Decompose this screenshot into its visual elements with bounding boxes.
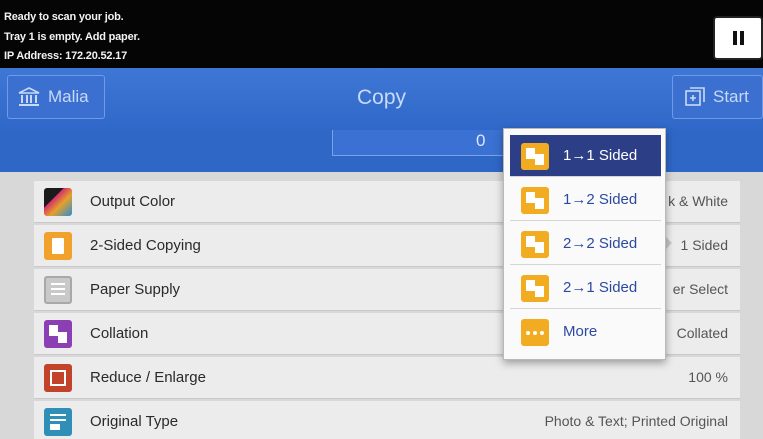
pause-button[interactable] (713, 16, 763, 60)
setting-value: 100 % (688, 369, 728, 385)
duplex-2-2-icon (521, 231, 549, 258)
setting-value: Collated (676, 325, 728, 341)
option-label: 1→1 Sided (563, 147, 638, 164)
option-label: 2→1 Sided (563, 279, 638, 296)
option-label: 2→2 Sided (563, 235, 638, 252)
setting-label: 2-Sided Copying (90, 237, 201, 254)
setting-original-type[interactable]: Original Type Photo & Text; Printed Orig… (34, 401, 740, 439)
option-1-to-2-sided[interactable]: 1→2 Sided (510, 179, 661, 221)
option-label: 1→2 Sided (563, 191, 638, 208)
setting-value: er Select (672, 281, 728, 297)
color-icon (44, 188, 72, 216)
two-sided-icon (44, 232, 72, 260)
setting-label: Output Color (90, 193, 176, 210)
option-label: More (563, 323, 598, 340)
more-dots-icon (521, 319, 549, 346)
original-type-icon (44, 408, 72, 436)
tray-warning: Tray 1 is empty. Add paper. (4, 31, 140, 43)
duplex-1-1-icon (521, 143, 549, 170)
popup-pointer (666, 237, 672, 249)
option-2-to-1-sided[interactable]: 2→1 Sided (510, 267, 661, 309)
page-title: Copy (356, 86, 407, 109)
duplex-2-1-icon (521, 275, 549, 302)
pause-icon (732, 31, 737, 45)
start-button-label: Start (713, 87, 749, 106)
setting-label: Collation (90, 325, 149, 342)
quantity-value: 0 (476, 131, 486, 150)
setting-reduce-enlarge[interactable]: Reduce / Enlarge 100 % (34, 357, 740, 399)
ip-address: IP Address: 172.20.52.17 (4, 50, 128, 62)
option-more[interactable]: More (510, 311, 661, 353)
setting-label: Original Type (90, 413, 179, 430)
start-button[interactable]: Start (672, 75, 763, 119)
setting-value: 1 Sided (680, 237, 728, 253)
status-bar: Ready to scan your job. Tray 1 is empty.… (0, 0, 763, 68)
option-2-to-2-sided[interactable]: 2→2 Sided (510, 223, 661, 265)
setting-label: Paper Supply (90, 281, 181, 298)
resize-icon (44, 364, 72, 392)
paper-tray-icon (44, 276, 72, 304)
two-sided-popup: 1→1 Sided 1→2 Sided 2→2 Sided 2→1 Sided … (503, 128, 666, 360)
pause-icon-bar (739, 31, 744, 45)
status-message: Ready to scan your job. (4, 11, 124, 23)
app-header: Malia Copy Start (0, 68, 763, 130)
setting-value: Photo & Text; Printed Original (544, 413, 728, 429)
setting-label: Reduce / Enlarge (90, 369, 206, 386)
duplex-1-2-icon (521, 187, 549, 214)
setting-value: k & White (668, 193, 728, 209)
collation-icon (44, 320, 72, 348)
quantity-field[interactable]: 0 (332, 130, 528, 156)
option-1-to-1-sided[interactable]: 1→1 Sided (510, 135, 661, 177)
start-icon (685, 87, 705, 106)
